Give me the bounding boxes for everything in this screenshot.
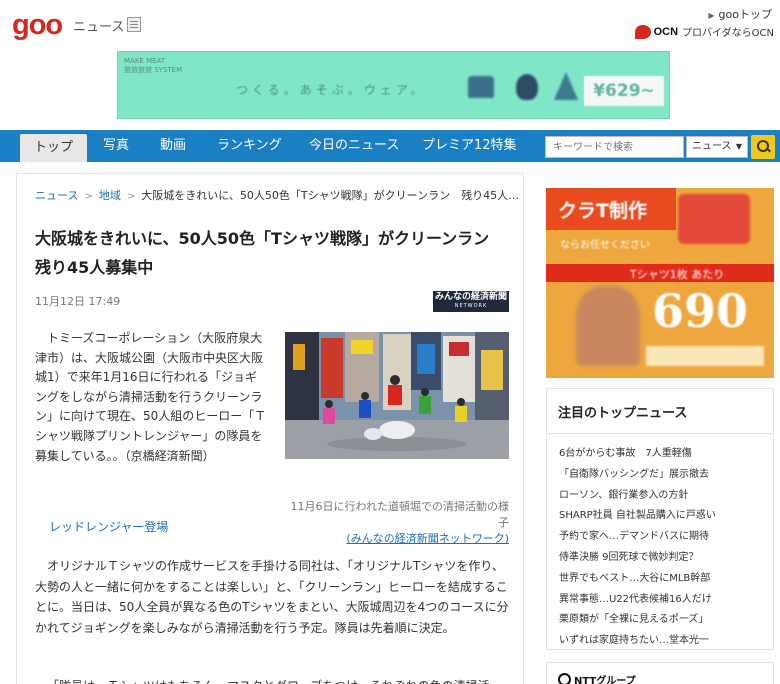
banner-small-text: MAKE MEAT 旅旅旅旅 SYSTEM (124, 57, 183, 74)
article-date: 11月12日 17:49 (35, 295, 121, 308)
goo-top-label: gooトップ (718, 8, 772, 21)
goo-logo-text: goo (12, 9, 63, 41)
ocn-logo-icon (634, 24, 651, 39)
ad-band-text: Tシャツ1枚 あたり (630, 268, 725, 281)
breadcrumb-separator: > (126, 191, 136, 202)
photo-caption: 11月6日に行われた道頓堀での清掃活動の様子 (290, 500, 509, 529)
article-title: 大阪城をきれいに、50人50色「Tシャツ戦隊」がクリーンラン 残り45人募集中 (35, 229, 506, 277)
search-input[interactable] (545, 136, 684, 158)
tab-photo[interactable]: 写真 (103, 130, 129, 162)
breadcrumb-news[interactable]: ニュース (35, 189, 78, 202)
article-body: オリジナルＴシャツの作成サービスを手掛ける同社は、「オリジナルTシャツを作り、大… (35, 559, 509, 635)
list-item[interactable]: SHARP社員 自社製品購入に戸惑い (559, 506, 716, 527)
article-lead: トミーズコーポレーション（大阪府泉大津市）は、大阪城公園（大阪市中央区大阪城1）… (35, 331, 267, 463)
divider (547, 433, 773, 434)
tshirt-icon (678, 194, 750, 244)
banner-text: つくる。あそぶ。ウェア。 (236, 83, 427, 97)
article-subhead[interactable]: レッドレンジャー登場 (49, 518, 168, 535)
search-button[interactable] (751, 135, 775, 159)
breadcrumb-current: 大阪城をきれいに、50人50色「Tシャツ戦隊」がクリーンラン 残り45人… (141, 189, 520, 202)
top-news-panel: 注目のトップニュース 6台がからむ事故 7人重軽傷 「自衛隊バッシングだ」展示撤… (546, 388, 774, 650)
breadcrumb-separator: > (84, 191, 93, 202)
article-body-continued: 「隊員は、Ｔシャツはもちろん、マスクとグローブをつけ、それぞれの色の清掃活動… (35, 676, 509, 684)
top-news-title: 注目のトップニュース (558, 406, 688, 421)
list-item[interactable]: 世界でもベスト…大谷にMLB幹部 (559, 569, 716, 590)
source-logo[interactable]: みんなの経済新聞 NETWORK (433, 291, 509, 312)
newspaper-icon (127, 17, 141, 32)
ocn-banner-link[interactable]: OCN プロバイダならOCN (634, 24, 774, 39)
ad-footer-block (646, 346, 764, 366)
search-category-select[interactable]: ニュース ▼ (686, 136, 748, 158)
ad-price: 690 (652, 284, 749, 338)
tab-video[interactable]: 動画 (160, 130, 186, 162)
ad-title: クラT制作 (558, 200, 647, 222)
ad-person-image (576, 286, 640, 366)
article-photo[interactable] (285, 332, 509, 459)
list-item[interactable]: ローソン、銀行業参入の方針 (559, 486, 716, 507)
list-item[interactable]: 予約で家へ…デマンドバスに期待 (559, 527, 716, 548)
news-section-label: ニュース (73, 20, 125, 35)
ntt-label: NTTグループ (574, 676, 636, 684)
tab-today-news[interactable]: 今日のニュース (309, 130, 399, 162)
ad-subtitle: ならお任せください (560, 240, 650, 251)
photo-caption-block: 11月6日に行われた道頓堀での清掃活動の様子 (みんなの経済新聞ネットワーク) (285, 499, 509, 547)
source-logo-name: みんなの経済新聞 (434, 292, 507, 302)
list-item[interactable]: 「自衛隊バッシングだ」展示撤去 (559, 465, 716, 486)
ntt-group-box[interactable]: NTTグループ (546, 662, 774, 684)
breadcrumb-region[interactable]: 地域 (99, 189, 121, 202)
list-item[interactable]: いずれは家庭持ちたい…堂本光一 (559, 631, 716, 652)
sidebar-ad[interactable]: クラT制作 ならお任せください Tシャツ1枚 あたり 690 (546, 188, 774, 378)
ocn-brand: OCN (653, 25, 679, 38)
tab-premier12[interactable]: プレミア12特集 (422, 130, 517, 162)
top-ad-banner[interactable]: MAKE MEAT 旅旅旅旅 SYSTEM つくる。あそぶ。ウェア。 ¥629~ (117, 51, 670, 119)
top-news-list: 6台がからむ事故 7人重軽傷 「自衛隊バッシングだ」展示撤去 ローソン、銀行業参… (559, 444, 716, 652)
tab-top[interactable]: トップ (20, 134, 88, 162)
ntt-logo-icon (558, 673, 571, 684)
chevron-down-icon: ▼ (735, 142, 742, 151)
list-item[interactable]: 異常事態…U22代表候補16人だけ (559, 590, 716, 611)
ocn-tagline: プロバイダならOCN (682, 28, 774, 39)
search-category-value: ニュース (692, 141, 732, 152)
goo-news-logo[interactable]: goo ニュース (12, 8, 142, 44)
penguin-icon (516, 74, 538, 100)
cone-icon (554, 72, 578, 100)
list-item[interactable]: 6台がからむ事故 7人重軽傷 (559, 444, 716, 465)
banner-price: ¥629~ (584, 76, 664, 106)
breadcrumb: ニュース > 地域 > 大阪城をきれいに、50人50色「Tシャツ戦隊」がクリーンラン 残… (35, 187, 519, 203)
list-item[interactable]: 侍準決勝 9回死球で微妙判定？ (559, 548, 716, 569)
tshirt-icon (468, 76, 494, 98)
photo-credit-link[interactable]: (みんなの経済新聞ネットワーク) (285, 531, 509, 547)
list-item[interactable]: 栗原類が「全裸に見えるポーズ」 (559, 610, 716, 631)
goo-top-link[interactable]: ▶ gooトップ (708, 6, 772, 22)
source-logo-network: NETWORK (454, 303, 488, 309)
triangle-right-icon: ▶ (708, 11, 715, 20)
tab-ranking[interactable]: ランキング (217, 130, 282, 162)
article-column: ニュース > 地域 > 大阪城をきれいに、50人50色「Tシャツ戦隊」がクリーンラン 残… (16, 173, 524, 684)
ntt-logo: NTTグループ (558, 672, 636, 684)
street-cleanup-photo (285, 332, 509, 459)
